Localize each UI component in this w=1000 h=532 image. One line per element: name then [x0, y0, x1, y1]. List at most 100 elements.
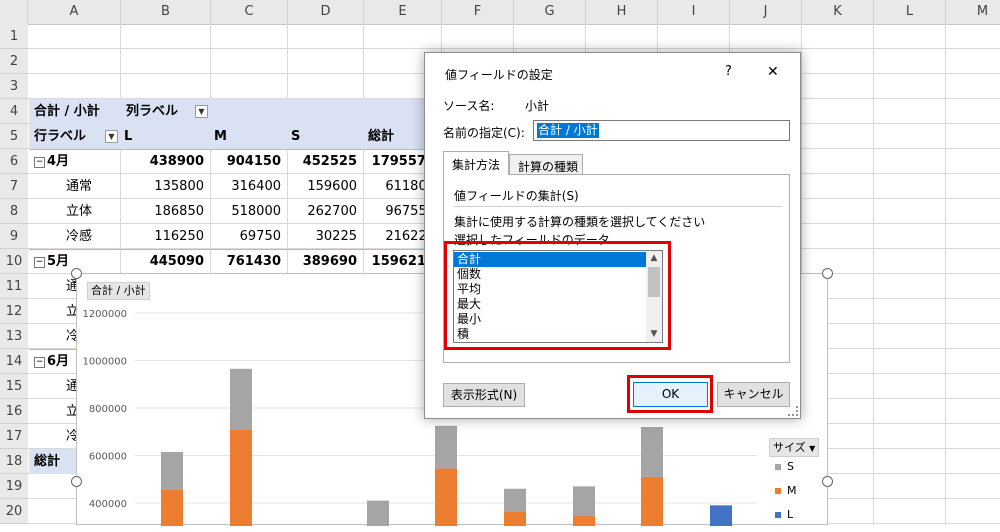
- bar-S-5[interactable]: [573, 486, 595, 517]
- column-header-J[interactable]: J: [730, 0, 802, 24]
- collapse-icon[interactable]: −: [34, 157, 45, 168]
- select-all-corner[interactable]: [0, 0, 28, 24]
- row-header-11[interactable]: 11: [0, 274, 28, 299]
- bar-M-1[interactable]: [230, 429, 252, 526]
- row-header-17[interactable]: 17: [0, 424, 28, 449]
- column-header-L[interactable]: L: [874, 0, 946, 24]
- column-header-K[interactable]: K: [802, 0, 874, 24]
- bar-S-1[interactable]: [230, 368, 252, 430]
- column-header-D[interactable]: D: [288, 0, 364, 24]
- row-filter-dropdown[interactable]: ▼: [105, 130, 118, 143]
- collapse-icon[interactable]: −: [34, 357, 45, 368]
- pivot-value-cell[interactable]: 761430: [211, 249, 281, 274]
- pivot-value-cell[interactable]: 904150: [211, 149, 281, 174]
- pivot-value-cell[interactable]: 186850: [121, 199, 204, 224]
- tab-show-values-as[interactable]: 計算の種類: [509, 154, 583, 175]
- row-label-text: 通常: [66, 179, 93, 194]
- tab-summarize[interactable]: 集計方法: [443, 151, 509, 175]
- legend-entry: M: [775, 484, 797, 508]
- pivot-group-label[interactable]: −6月: [34, 349, 69, 374]
- row-header-19[interactable]: 19: [0, 474, 28, 499]
- pivot-row-label[interactable]: 立体: [66, 199, 92, 224]
- pivot-value-cell[interactable]: 159600: [288, 174, 357, 199]
- pivot-row-label[interactable]: 冷感: [66, 224, 92, 249]
- row-header-20[interactable]: 20: [0, 499, 28, 524]
- column-header-H[interactable]: H: [586, 0, 658, 24]
- number-format-button[interactable]: 表示形式(N): [443, 383, 525, 407]
- row-header-10[interactable]: 10: [0, 249, 28, 274]
- row-header-1[interactable]: 1: [0, 24, 28, 49]
- pivot-col-total[interactable]: 総計: [368, 124, 394, 149]
- chart-resize-handle[interactable]: [71, 476, 82, 487]
- bar-L-8[interactable]: [710, 505, 732, 526]
- tab-show-values-as-label: 計算の種類: [518, 160, 579, 174]
- col-filter-dropdown[interactable]: ▼: [195, 105, 208, 118]
- row-header-16[interactable]: 16: [0, 399, 28, 424]
- row-header-13[interactable]: 13: [0, 324, 28, 349]
- column-header-C[interactable]: C: [211, 0, 288, 24]
- row-header-8[interactable]: 8: [0, 199, 28, 224]
- row-header-15[interactable]: 15: [0, 374, 28, 399]
- pivot-value-cell[interactable]: 316400: [211, 174, 281, 199]
- bar-S-4[interactable]: [504, 488, 526, 512]
- pivot-col-M[interactable]: M: [214, 124, 227, 149]
- pivot-value-cell[interactable]: 30225: [288, 224, 357, 249]
- bar-S-2[interactable]: [367, 500, 389, 526]
- column-header-E[interactable]: E: [364, 0, 442, 24]
- custom-name-field[interactable]: 合計 / 小計: [533, 120, 790, 141]
- row-header-9[interactable]: 9: [0, 224, 28, 249]
- bar-M-0[interactable]: [161, 489, 183, 526]
- pivot-col-S[interactable]: S: [291, 124, 300, 149]
- pivot-value-cell[interactable]: 116250: [121, 224, 204, 249]
- column-header-B[interactable]: B: [121, 0, 211, 24]
- column-header-M[interactable]: M: [946, 0, 1000, 24]
- cancel-button[interactable]: キャンセル: [717, 382, 790, 407]
- pivot-value-cell[interactable]: 518000: [211, 199, 281, 224]
- row-header-12[interactable]: 12: [0, 299, 28, 324]
- pivot-value-cell[interactable]: 389690: [288, 249, 357, 274]
- pivot-value-cell[interactable]: 262700: [288, 199, 357, 224]
- row-label-text: 5月: [47, 254, 70, 269]
- legend-field-button[interactable]: サイズ ▼: [769, 438, 820, 457]
- row-header-18[interactable]: 18: [0, 449, 28, 474]
- bar-M-4[interactable]: [504, 511, 526, 526]
- bar-M-3[interactable]: [435, 468, 457, 526]
- pivot-row-label[interactable]: 総計: [34, 449, 60, 474]
- pivot-group-label[interactable]: −4月: [34, 149, 69, 174]
- row-header-3[interactable]: 3: [0, 74, 28, 99]
- column-header-G[interactable]: G: [514, 0, 586, 24]
- y-tick-label: 1200000: [82, 309, 127, 320]
- collapse-icon[interactable]: −: [34, 257, 45, 268]
- bar-S-3[interactable]: [435, 425, 457, 469]
- row-header-7[interactable]: 7: [0, 174, 28, 199]
- close-icon[interactable]: ✕: [767, 64, 779, 80]
- row-header-6[interactable]: 6: [0, 149, 28, 174]
- pivot-group-label[interactable]: −5月: [34, 249, 69, 274]
- row-header-4[interactable]: 4: [0, 99, 28, 124]
- chart-resize-handle[interactable]: [822, 268, 833, 279]
- chart-resize-handle[interactable]: [71, 268, 82, 279]
- y-tick-label: 800000: [89, 404, 127, 415]
- resize-grip-icon[interactable]: [788, 406, 798, 416]
- bar-S-0[interactable]: [161, 451, 183, 490]
- pivot-row-label[interactable]: 通常: [66, 174, 92, 199]
- help-button[interactable]: ?: [725, 64, 732, 79]
- pivot-value-cell[interactable]: 438900: [121, 149, 204, 174]
- pivot-col-L[interactable]: L: [124, 124, 132, 149]
- pivot-value-cell[interactable]: 452525: [288, 149, 357, 174]
- bar-S-6[interactable]: [641, 427, 663, 477]
- row-header-14[interactable]: 14: [0, 349, 28, 374]
- column-header-F[interactable]: F: [442, 0, 514, 24]
- column-header-I[interactable]: I: [658, 0, 730, 24]
- pivot-value-cell[interactable]: 135800: [121, 174, 204, 199]
- pivot-value-cell[interactable]: 445090: [121, 249, 204, 274]
- row-header-5[interactable]: 5: [0, 124, 28, 149]
- pivot-col-label[interactable]: 列ラベル: [126, 99, 178, 124]
- pivot-value-label[interactable]: 合計 / 小計: [29, 99, 126, 124]
- column-header-A[interactable]: A: [28, 0, 121, 24]
- pivot-value-cell[interactable]: 69750: [211, 224, 281, 249]
- pivot-row-label[interactable]: 行ラベル: [34, 124, 86, 149]
- bar-M-6[interactable]: [641, 476, 663, 526]
- row-header-2[interactable]: 2: [0, 49, 28, 74]
- chart-resize-handle[interactable]: [822, 476, 833, 487]
